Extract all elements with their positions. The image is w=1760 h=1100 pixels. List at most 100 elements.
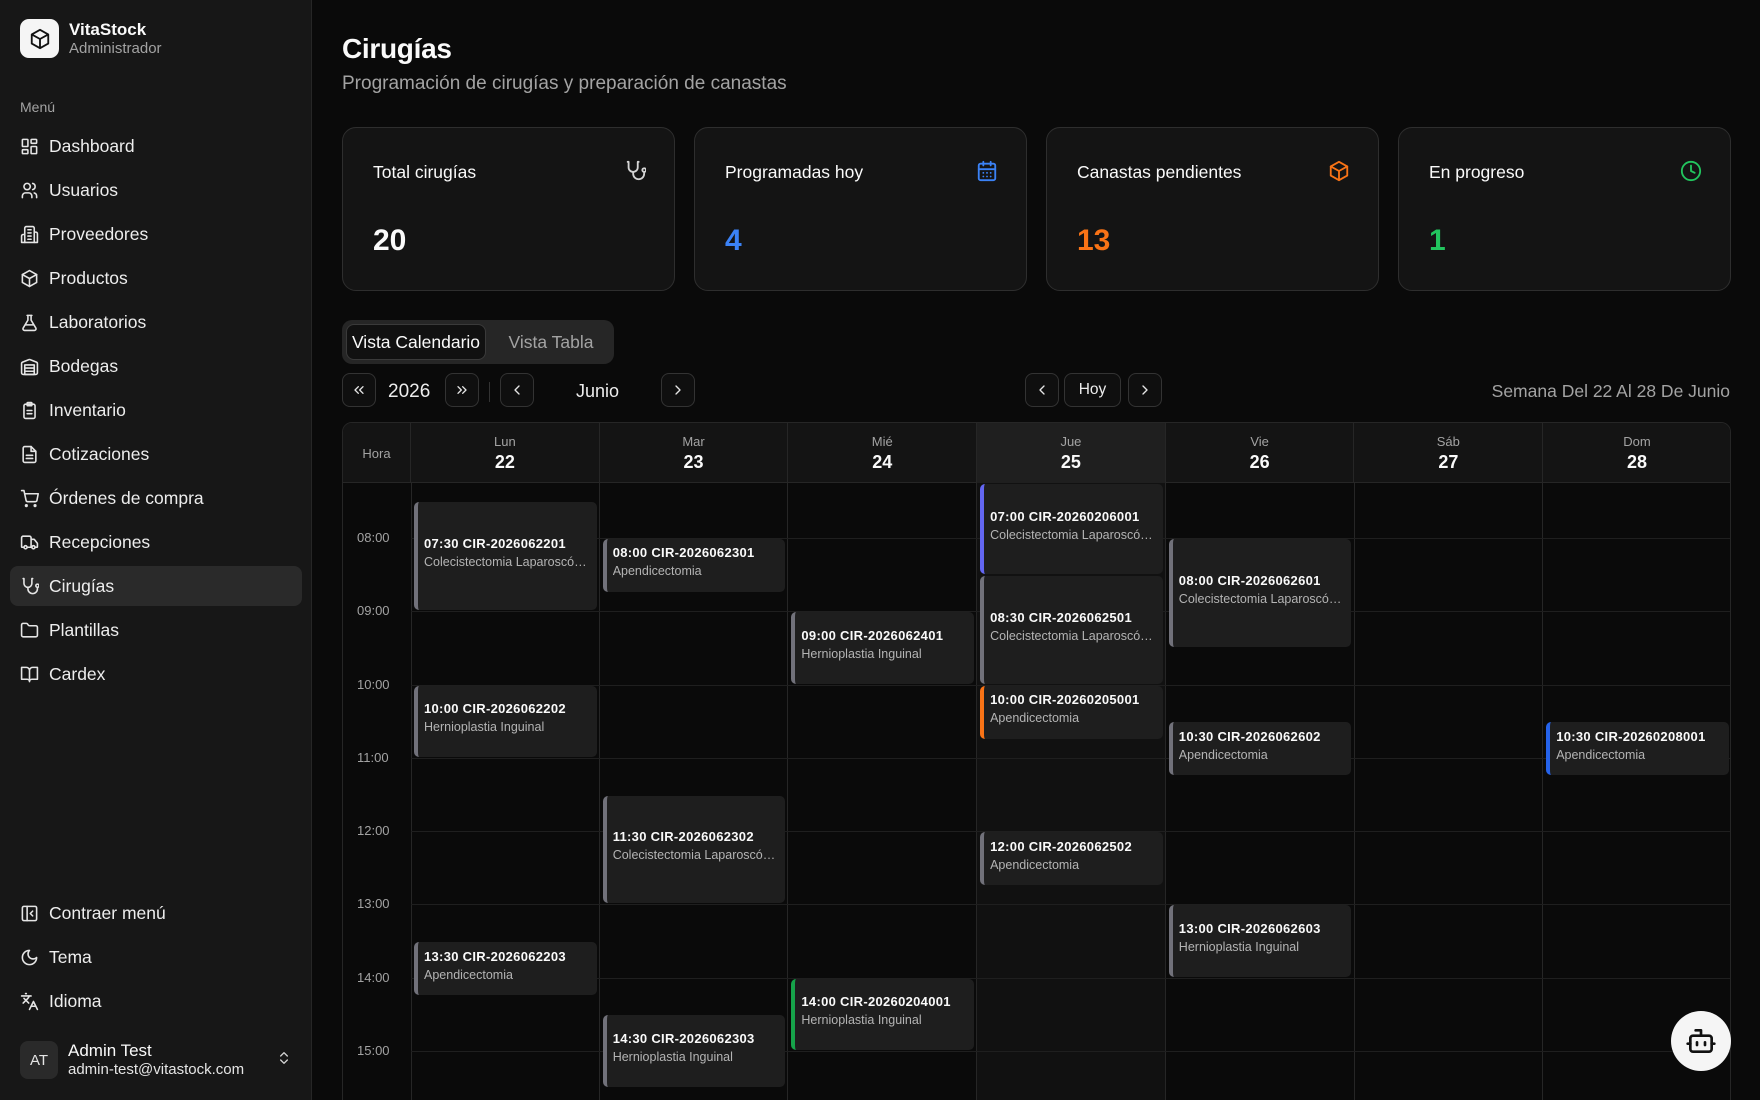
prev-year-button[interactable] xyxy=(342,373,376,407)
sidebar-item-cotizaciones[interactable]: Cotizaciones xyxy=(10,434,302,474)
time-label: 13:00 xyxy=(357,896,390,912)
event-procedure: Hernioplastia Inguinal xyxy=(1178,940,1300,955)
event-procedure: Colecistectomia Laparoscópica xyxy=(990,628,1157,643)
event-title: 14:00 CIR-20260204001 xyxy=(801,994,951,1010)
prev-week-button[interactable] xyxy=(1025,373,1059,407)
stat-card: Total cirugías 20 xyxy=(342,127,675,291)
sidebar-item-bodegas[interactable]: Bodegas xyxy=(10,346,302,386)
sidebar-item-usuarios[interactable]: Usuarios xyxy=(10,170,302,210)
sidebar-item-tema[interactable]: Tema xyxy=(10,937,302,977)
surgery-event[interactable]: 08:00 CIR-2026062301 Apendicectomia xyxy=(602,538,786,592)
surgery-event[interactable]: 10:30 CIR-20260208001 Apendicectomia xyxy=(1546,722,1729,776)
event-procedure: Hernioplastia Inguinal xyxy=(801,1013,922,1028)
flask-icon xyxy=(20,313,39,332)
surgery-event[interactable]: 10:00 CIR-20260205001 Apendicectomia xyxy=(980,685,1163,739)
surgery-event[interactable]: 10:00 CIR-2026062202 Hernioplastia Inguin… xyxy=(414,685,597,757)
users-icon xyxy=(20,181,39,200)
next-month-button[interactable] xyxy=(661,373,695,407)
surgery-event[interactable]: 14:30 CIR-2026062303 Hernioplastia Inguin… xyxy=(602,1015,786,1087)
event-title: 08:00 CIR-2026062301 xyxy=(612,545,755,561)
day-header[interactable]: Jue 25 xyxy=(977,423,1166,483)
assistant-bot-button[interactable] xyxy=(1671,1011,1731,1071)
week-range-label: Semana Del 22 Al 28 De Junio xyxy=(1491,381,1730,401)
surgery-event[interactable]: 09:00 CIR-2026062401 Hernioplastia Inguin… xyxy=(791,612,975,684)
sidebar-item-productos[interactable]: Productos xyxy=(10,258,302,298)
day-name: Mar xyxy=(682,434,705,449)
sidebar-item-idioma[interactable]: Idioma xyxy=(10,981,302,1021)
column-divider xyxy=(1353,483,1355,1100)
event-procedure: Apendicectomia xyxy=(612,564,702,579)
chevron-left-icon xyxy=(514,385,520,395)
hora-label: Hora xyxy=(362,446,391,461)
surgery-event[interactable]: 13:00 CIR-2026062603 Hernioplastia Inguin… xyxy=(1168,905,1352,977)
sidebar-item-plantillas[interactable]: Plantillas xyxy=(10,610,302,650)
hour-gridline xyxy=(411,977,1730,979)
sidebar-item-cirugias[interactable]: Cirugías xyxy=(10,566,302,606)
stat-value: 4 xyxy=(725,224,742,257)
time-label: 10:00 xyxy=(357,676,390,692)
event-procedure: Apendicectomia xyxy=(990,711,1080,726)
sidebar-item-dashboard[interactable]: Dashboard xyxy=(10,126,302,166)
surgery-event[interactable]: 14:00 CIR-20260204001 Hernioplastia Ingui… xyxy=(791,978,975,1051)
sidebar-item-laboratorios[interactable]: Laboratorios xyxy=(10,302,302,342)
event-procedure: Apendicectomia xyxy=(1556,747,1646,762)
day-header[interactable]: Dom 28 xyxy=(1543,423,1730,483)
tab-table-view[interactable]: Vista Tabla xyxy=(492,324,610,360)
day-header[interactable]: Mar 23 xyxy=(600,423,789,483)
surgery-event[interactable]: 11:30 CIR-2026062302 Colecistectomia Lapa… xyxy=(602,795,786,904)
day-header[interactable]: Lun 22 xyxy=(411,423,600,483)
sidebar-item-label: Inventario xyxy=(49,399,126,420)
sidebar-item-inventario[interactable]: Inventario xyxy=(10,390,302,430)
day-date: 24 xyxy=(872,452,893,472)
surgery-event[interactable]: 10:30 CIR-2026062602 Apendicectomia xyxy=(1168,722,1352,776)
next-week-button[interactable] xyxy=(1128,373,1162,407)
next-year-button[interactable] xyxy=(445,373,479,407)
surgery-event[interactable]: 07:30 CIR-2026062201 Colecistectomia Lapa… xyxy=(414,502,597,611)
stat-value: 20 xyxy=(373,224,407,257)
day-date: 28 xyxy=(1627,452,1648,472)
event-title: 10:00 CIR-20260205001 xyxy=(990,692,1140,708)
today-button[interactable]: Hoy xyxy=(1064,373,1121,407)
sidebar-item-cardex[interactable]: Cardex xyxy=(10,654,302,694)
calendar-header: Hora Lun 22 Mar 23 Mié 24 Jue 25 Vie 26 Sáb 27 Dom 28 xyxy=(343,423,1730,483)
event-procedure: Hernioplastia Inguinal xyxy=(612,1050,733,1065)
chevrons-up-down-icon[interactable] xyxy=(276,1050,292,1071)
prev-month-button[interactable] xyxy=(500,373,534,407)
time-label: 09:00 xyxy=(357,603,390,619)
day-header[interactable]: Sáb 27 xyxy=(1355,423,1544,483)
event-title: 14:30 CIR-2026062303 xyxy=(612,1031,755,1047)
view-toggle: Vista Calendario Vista Tabla xyxy=(342,320,614,364)
hour-gridline xyxy=(411,757,1730,759)
day-header[interactable]: Mié 24 xyxy=(788,423,978,483)
stat-label: Programadas hoy xyxy=(725,162,864,182)
sidebar-item-ordenes-de-compra[interactable]: Órdenes de compra xyxy=(10,478,302,518)
brand[interactable]: VitaStock Administrador xyxy=(20,19,162,58)
stat-value: 13 xyxy=(1077,224,1111,257)
sidebar-item-label: Bodegas xyxy=(49,355,119,376)
surgery-event[interactable]: 13:30 CIR-2026062203 Apendicectomia xyxy=(414,942,597,996)
chevron-right-icon xyxy=(675,385,681,395)
day-name: Sáb xyxy=(1436,434,1460,449)
surgery-event[interactable]: 07:00 CIR-20260206001 Colecistectomia Lap… xyxy=(980,484,1163,574)
event-title: 12:00 CIR-2026062502 xyxy=(990,838,1132,854)
sidebar-item-recepciones[interactable]: Recepciones xyxy=(10,522,302,562)
sidebar-item-label: Recepciones xyxy=(49,531,151,552)
day-header[interactable]: Vie 26 xyxy=(1166,423,1355,483)
event-title: 07:00 CIR-20260206001 xyxy=(990,508,1140,524)
event-title: 13:30 CIR-2026062203 xyxy=(424,948,566,964)
month-label: Junio xyxy=(576,381,620,401)
calendar-icon xyxy=(976,160,998,182)
tab-calendar-view[interactable]: Vista Calendario xyxy=(346,324,486,360)
sidebar-item-contraer-menu[interactable]: Contraer menú xyxy=(10,893,302,933)
sidebar-item-proveedores[interactable]: Proveedores xyxy=(10,214,302,254)
surgery-event[interactable]: 08:00 CIR-2026062601 Colecistectomia Lapa… xyxy=(1168,538,1352,647)
sidebar-item-label: Proveedores xyxy=(49,223,149,244)
day-date: 23 xyxy=(683,452,704,472)
day-name: Mié xyxy=(871,434,893,449)
surgery-event[interactable]: 08:30 CIR-2026062501 Colecistectomia Lapa… xyxy=(980,575,1163,684)
brand-name: VitaStock xyxy=(69,19,147,39)
sidebar-item-label: Idioma xyxy=(49,990,102,1011)
user-menu[interactable]: AT Admin Test admin-test@vitastock.com xyxy=(20,1040,292,1080)
surgery-event[interactable]: 12:00 CIR-2026062502 Apendicectomia xyxy=(980,832,1163,886)
chevron-right-icon xyxy=(1142,385,1148,395)
